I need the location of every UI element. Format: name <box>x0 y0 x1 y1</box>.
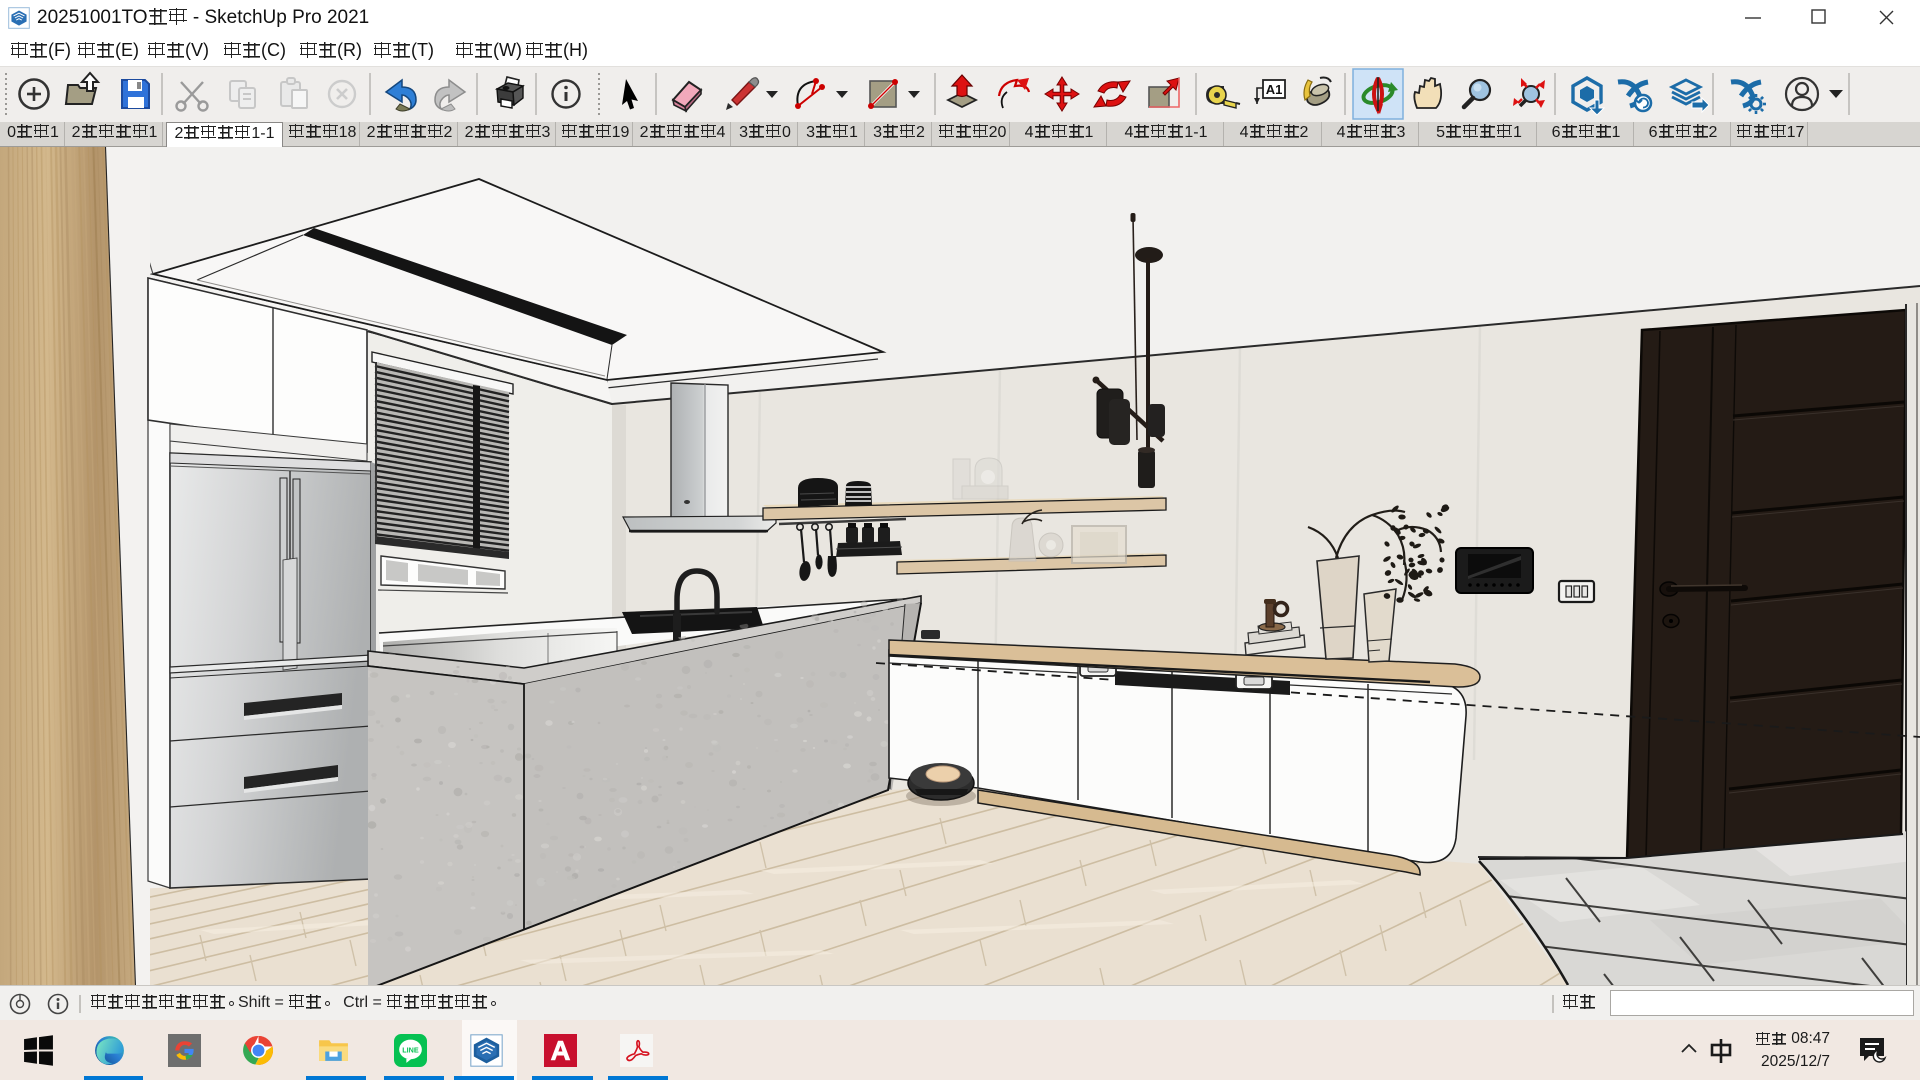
svg-text:A1: A1 <box>1266 82 1283 97</box>
svg-text:LINE: LINE <box>402 1046 419 1055</box>
